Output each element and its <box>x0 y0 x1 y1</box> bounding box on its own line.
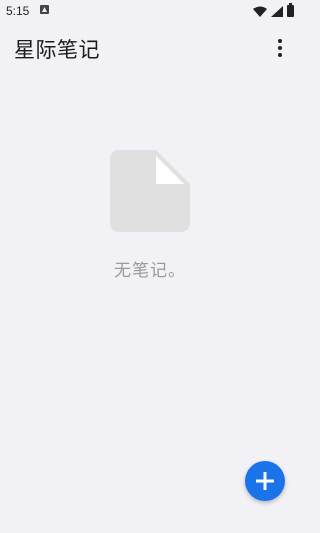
plus-icon <box>256 472 274 490</box>
battery-icon <box>287 3 294 17</box>
add-note-button[interactable] <box>245 461 285 501</box>
wifi-icon <box>253 6 267 17</box>
notification-icon <box>40 5 49 14</box>
document-icon <box>110 150 190 232</box>
status-icons <box>253 3 294 17</box>
empty-message: 无笔记。 <box>114 261 186 281</box>
signal-icon <box>271 5 283 17</box>
status-time: 5:15 <box>6 4 30 18</box>
status-bar: 5:15 <box>0 0 300 22</box>
more-vert-icon[interactable] <box>270 36 290 60</box>
empty-state: 无笔记。 <box>0 150 300 281</box>
app-bar: 星际笔记 <box>0 22 300 74</box>
page-title: 星际笔记 <box>14 38 100 62</box>
